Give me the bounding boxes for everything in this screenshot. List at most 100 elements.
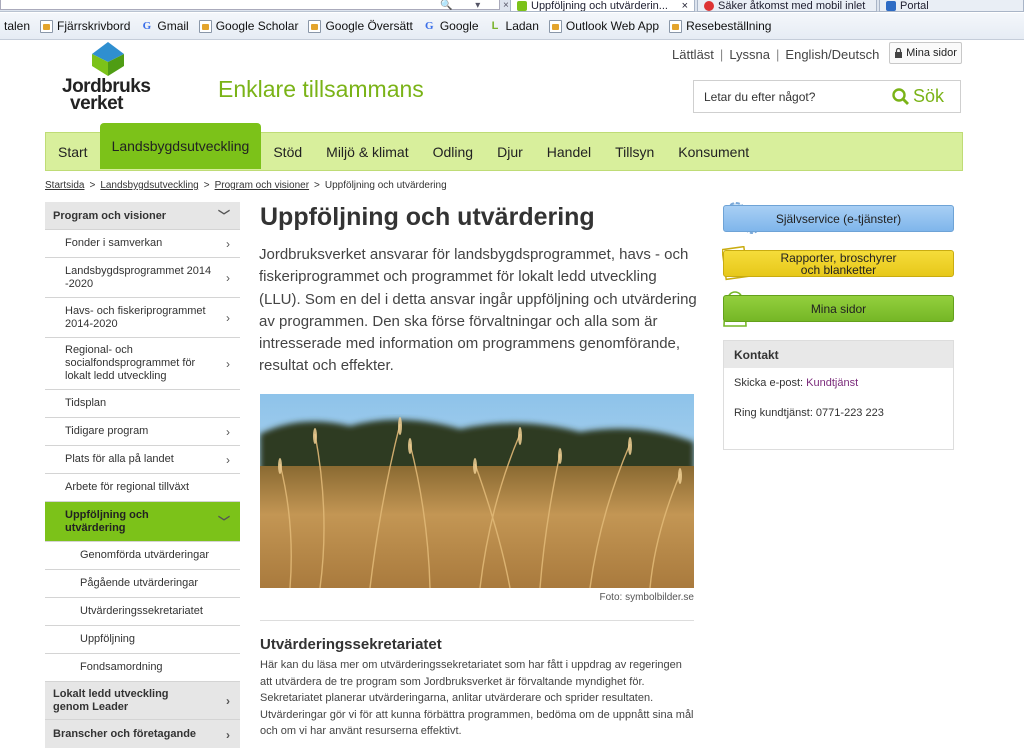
chevron-down-icon: ﹀	[217, 515, 230, 529]
separator: |	[776, 47, 780, 62]
lock-icon	[895, 48, 903, 58]
nav-item-8[interactable]: Konsument	[666, 133, 761, 170]
search-icon	[892, 88, 909, 105]
breadcrumb-program-och-visioner[interactable]: Program och visioner	[215, 180, 309, 191]
search-button[interactable]: Sök	[892, 86, 944, 107]
sidebar-head-program-och-visioner[interactable]: Program och visioner ﹀	[45, 202, 240, 230]
chevron-right-icon: ›	[226, 424, 230, 439]
bookmark-item[interactable]: talen	[0, 19, 36, 33]
breadcrumb-startsida[interactable]: Startsida	[45, 180, 84, 191]
nav-item-4[interactable]: Odling	[421, 133, 485, 170]
browser-tab[interactable]: Säker åtkomst med mobil inlet	[697, 0, 877, 12]
tagline: Enklare tillsammans	[218, 76, 424, 102]
mina-sidor-label: Mina sidor	[906, 47, 957, 59]
page-icon	[669, 19, 683, 33]
bookmark-item[interactable]: Google Översätt	[304, 19, 418, 33]
sidebar-item[interactable]: Arbete för regional tillväxt	[45, 474, 240, 502]
sidebar-item[interactable]: Landsbygdsprogrammet 2014 -2020 ›	[45, 258, 240, 298]
browser-tabstrip: 🔍 ▾ × Uppföljning och utvärderin... × Sä…	[0, 0, 1024, 12]
sidebar-subitem[interactable]: Genomförda utvärderingar	[45, 542, 240, 570]
sidebar-item-leader[interactable]: Lokalt ledd utveckling genom Leader ›	[45, 682, 240, 720]
mina-sidor-button[interactable]: Mina sidor	[889, 42, 962, 64]
link-lattlast[interactable]: Lättläst	[672, 47, 714, 62]
bookmark-item[interactable]: G Gmail	[136, 19, 194, 33]
sidebar-subitem[interactable]: Utvärderingssekretariatet	[45, 598, 240, 626]
kundtjanst-email-link[interactable]: Kundtjänst	[806, 377, 858, 389]
tab-label: Portal	[900, 0, 929, 12]
search-button-label: Sök	[913, 86, 945, 106]
mina-sidor-side-button[interactable]: Mina sidor	[723, 295, 954, 322]
bookmark-item[interactable]: L Ladan	[485, 19, 545, 33]
search-box: Sök	[693, 80, 961, 113]
sidebar-nav: Program och visioner ﹀ Fonder i samverka…	[45, 202, 240, 748]
nav-item-0[interactable]: Start	[46, 133, 100, 170]
utility-links: Lättläst | Lyssna | English/Deutsch	[672, 47, 879, 62]
logo-line2: verket	[70, 93, 124, 114]
close-tab-icon[interactable]: ×	[682, 0, 688, 11]
link-lyssna[interactable]: Lyssna	[729, 47, 770, 62]
sidebar-item[interactable]: Regional- och socialfondsprogrammet för …	[45, 338, 240, 390]
sidebar-item[interactable]: Fonder i samverkan ›	[45, 230, 240, 258]
breadcrumb: Startsida > Landsbygdsutveckling > Progr…	[45, 180, 447, 191]
page-icon	[198, 19, 212, 33]
nav-item-3[interactable]: Miljö & klimat	[314, 133, 420, 170]
nav-item-6[interactable]: Handel	[535, 133, 603, 170]
sidebar-item-active[interactable]: Uppföljning och utvärdering ﹀	[45, 502, 240, 542]
sidebar-item-label: Uppföljning	[80, 633, 136, 645]
browser-tab[interactable]: Portal	[879, 0, 1024, 12]
sidebar-head-label: Program och visioner	[53, 209, 167, 222]
sidebar-subitem[interactable]: Uppföljning	[45, 626, 240, 654]
contact-email-line: Skicka e-post: Kundtjänst	[724, 377, 953, 389]
sidebar-subitem[interactable]: Fondsamordning	[45, 654, 240, 682]
bookmark-item[interactable]: G Google	[419, 19, 485, 33]
logo-wordmark: Jordbruks verket	[62, 77, 151, 114]
breadcrumb-sep: >	[89, 180, 96, 191]
sidebar-item-label: Fonder i samverkan	[65, 237, 163, 249]
bookmark-item[interactable]: Fjärrskrivbord	[36, 19, 136, 33]
sidebar-item[interactable]: Havs- och fiskeriprogrammet 2014-2020 ›	[45, 298, 240, 338]
link-english-deutsch[interactable]: English/Deutsch	[785, 47, 879, 62]
section-body: Här kan du läsa mer om utvärderingssekre…	[260, 659, 694, 737]
rapporter-button[interactable]: Rapporter, broschyrer och blanketter	[723, 250, 954, 277]
bookmark-item[interactable]: Google Scholar	[195, 19, 305, 33]
breadcrumb-sep: >	[203, 180, 210, 191]
sidebar-subitem[interactable]: Pågående utvärderingar	[45, 570, 240, 598]
bookmark-item[interactable]: Resebeställning	[665, 19, 777, 33]
separator: |	[719, 47, 724, 62]
bookmark-item[interactable]: Outlook Web App	[545, 19, 665, 33]
bookmark-label: Ladan	[505, 19, 539, 33]
contact-heading: Kontakt	[724, 341, 953, 368]
bookmark-label: talen	[4, 19, 31, 33]
sidebar-item-branscher[interactable]: Branscher och företagande ›	[45, 720, 240, 748]
sidebar-item-label: Arbete för regional tillväxt	[65, 481, 190, 493]
address-bar-icons[interactable]: 🔍 ▾ ×	[440, 0, 519, 11]
page-icon	[548, 19, 562, 33]
sidebar-item-label: Pågående utvärderingar	[80, 577, 199, 589]
sidebar-item-label: Lokalt ledd utveckling genom Leader	[53, 687, 169, 713]
search-input[interactable]	[694, 89, 884, 104]
sidebar-item-label: Tidsplan	[65, 397, 107, 409]
chevron-right-icon: ›	[226, 452, 230, 467]
sidebar-item-label: Branscher och företagande	[53, 728, 197, 740]
contact-box: Kontakt Skicka e-post: Kundtjänst Ring k…	[723, 340, 954, 450]
jordbruksverket-favicon-icon	[517, 0, 527, 11]
sidebar-item-label: Fondsamordning	[80, 661, 163, 673]
breadcrumb-landsbygdsutveckling[interactable]: Landsbygdsutveckling	[100, 180, 198, 191]
sidebar-item[interactable]: Tidigare program ›	[45, 418, 240, 446]
chevron-right-icon: ›	[226, 236, 230, 251]
bookmark-label: Google	[439, 19, 479, 33]
sidebar-item-label: Havs- och fiskeriprogrammet 2014-2020	[65, 304, 206, 330]
nav-item-2[interactable]: Stöd	[261, 133, 314, 170]
sidebar-item-label: Tidigare program	[65, 425, 149, 437]
sidebar-item[interactable]: Tidsplan	[45, 390, 240, 418]
sjalvservice-button[interactable]: Självservice (e-tjänster)	[723, 205, 954, 232]
main-nav: Start Landsbygdsutveckling Stöd Miljö & kli…	[45, 122, 963, 171]
nav-item-5[interactable]: Djur	[485, 133, 535, 170]
sidebar-item-label: Plats för alla på landet	[65, 453, 174, 465]
nav-item-1[interactable]: Landsbygdsutveckling	[99, 122, 262, 169]
sidebar-item[interactable]: Plats för alla på landet ›	[45, 446, 240, 474]
nav-item-7[interactable]: Tillsyn	[603, 133, 666, 170]
address-bar[interactable]	[0, 0, 500, 10]
browser-tab-active[interactable]: Uppföljning och utvärderin... ×	[510, 0, 695, 12]
sidebar-item-label: Landsbygdsprogrammet 2014 -2020	[65, 264, 212, 290]
